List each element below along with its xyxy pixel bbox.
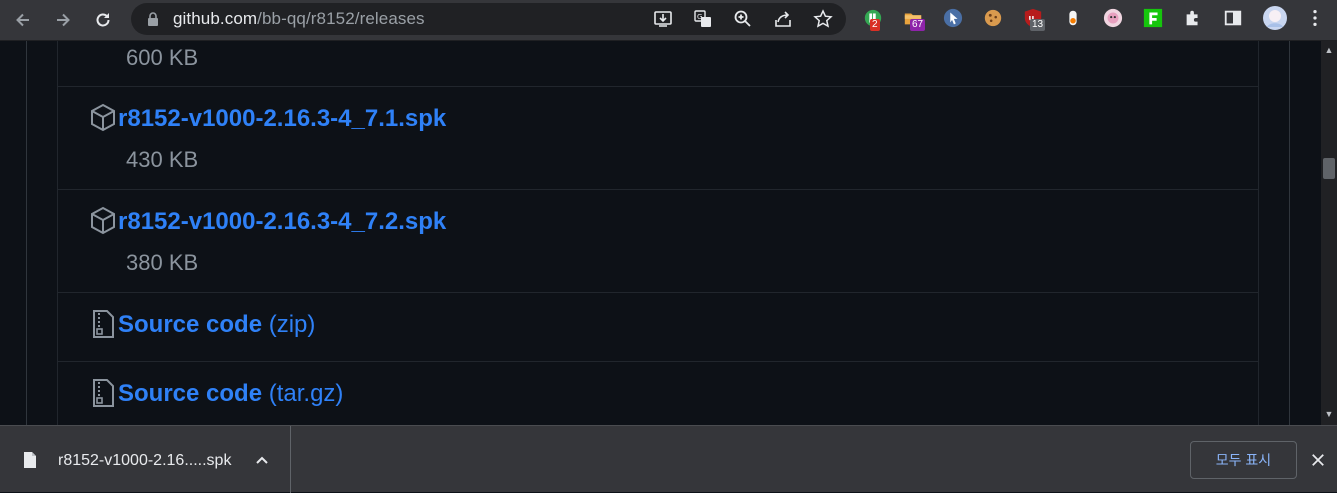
share-icon[interactable] xyxy=(773,9,793,29)
extension-folder-icon[interactable]: 67 xyxy=(902,7,926,31)
arrow-right-icon xyxy=(57,13,70,27)
download-shelf: r8152-v1000-2.16.....spk 모두 표시 xyxy=(0,425,1337,493)
scroll-thumb[interactable] xyxy=(1323,158,1335,179)
file-icon xyxy=(24,452,36,468)
asset-link[interactable]: r8152-v1000-2.16.3-4_7.2.spk xyxy=(118,208,446,236)
extension-badge: 2 xyxy=(870,19,880,31)
download-file-name: r8152-v1000-2.16.....spk xyxy=(58,452,232,469)
browser-toolbar: github.com/bb-qq/r8152/releases G 2 67 u… xyxy=(0,0,1337,41)
list-item: Source code (zip) xyxy=(58,293,1258,362)
asset-size: 430 KB xyxy=(126,147,199,172)
browser-menu-icon[interactable] xyxy=(1304,7,1326,29)
extension-anime-icon[interactable] xyxy=(1102,7,1124,29)
profile-avatar[interactable] xyxy=(1262,5,1288,31)
extension-badge: 13 xyxy=(1030,19,1046,31)
url-host: github.com xyxy=(173,9,258,28)
extension-cookie-icon[interactable] xyxy=(982,7,1004,29)
extension-ublock-style-icon[interactable]: 2 xyxy=(862,7,884,31)
side-panel-icon[interactable] xyxy=(1222,7,1244,29)
extensions-puzzle-icon[interactable] xyxy=(1182,7,1204,29)
install-app-icon[interactable] xyxy=(653,9,673,29)
package-icon xyxy=(90,103,116,133)
list-item: r8152-v1000-2.16.3-4_7.2.spk 380 KB xyxy=(58,190,1258,293)
url-path: /bb-qq/r8152/releases xyxy=(257,9,425,28)
extension-badge: 67 xyxy=(910,19,926,31)
download-item[interactable]: r8152-v1000-2.16.....spk xyxy=(0,426,291,493)
source-label: Source code xyxy=(118,380,263,407)
file-zip-icon xyxy=(90,309,116,339)
list-item: 600 KB xyxy=(58,41,1258,87)
asset-link[interactable]: r8152-v1000-2.16.3-4_7.1.spk xyxy=(118,105,446,133)
source-suffix: (zip) xyxy=(268,311,316,338)
asset-size: 600 KB xyxy=(126,45,199,70)
address-bar[interactable]: github.com/bb-qq/r8152/releases G xyxy=(131,3,846,35)
asset-list: 600 KB r8152-v1000-2.16.3-4_7.1.spk 430 … xyxy=(57,41,1259,425)
source-suffix: (tar.gz) xyxy=(268,380,344,407)
bookmark-star-icon[interactable] xyxy=(813,9,833,29)
extension-f-icon[interactable] xyxy=(1142,7,1164,29)
lock-icon xyxy=(148,12,158,26)
show-all-button[interactable]: 모두 표시 xyxy=(1190,441,1297,479)
zoom-icon[interactable] xyxy=(733,9,753,29)
svg-text:G: G xyxy=(697,13,702,21)
scroll-down-arrow-icon[interactable]: ▼ xyxy=(1324,409,1334,419)
source-label: Source code xyxy=(118,311,263,338)
list-item: r8152-v1000-2.16.3-4_7.1.spk 430 KB xyxy=(58,87,1258,190)
source-code-zip-link[interactable]: Source code (zip) xyxy=(118,311,315,339)
page-content: 600 KB r8152-v1000-2.16.3-4_7.1.spk 430 … xyxy=(0,41,1321,425)
chevron-up-icon[interactable] xyxy=(254,452,270,468)
arrow-left-icon xyxy=(16,13,29,27)
file-zip-icon xyxy=(90,378,116,408)
translate-icon[interactable]: G xyxy=(693,9,713,29)
extension-drop-icon[interactable] xyxy=(1062,7,1084,29)
reload-icon xyxy=(96,13,110,27)
forward-button[interactable] xyxy=(49,6,77,34)
list-item: Source code (tar.gz) xyxy=(58,362,1258,425)
page-scrollbar[interactable]: ▲ ▼ xyxy=(1321,41,1337,425)
source-code-targz-link[interactable]: Source code (tar.gz) xyxy=(118,380,343,408)
asset-size: 380 KB xyxy=(126,250,199,275)
package-icon xyxy=(90,206,116,236)
scroll-up-arrow-icon[interactable]: ▲ xyxy=(1324,45,1334,55)
extension-ublock-icon[interactable]: u 13 xyxy=(1022,7,1046,31)
back-button[interactable] xyxy=(9,6,37,34)
close-icon[interactable] xyxy=(1307,449,1329,471)
reload-button[interactable] xyxy=(89,6,117,34)
url-text: github.com/bb-qq/r8152/releases xyxy=(173,9,425,29)
extension-cursor-icon[interactable] xyxy=(942,7,964,29)
